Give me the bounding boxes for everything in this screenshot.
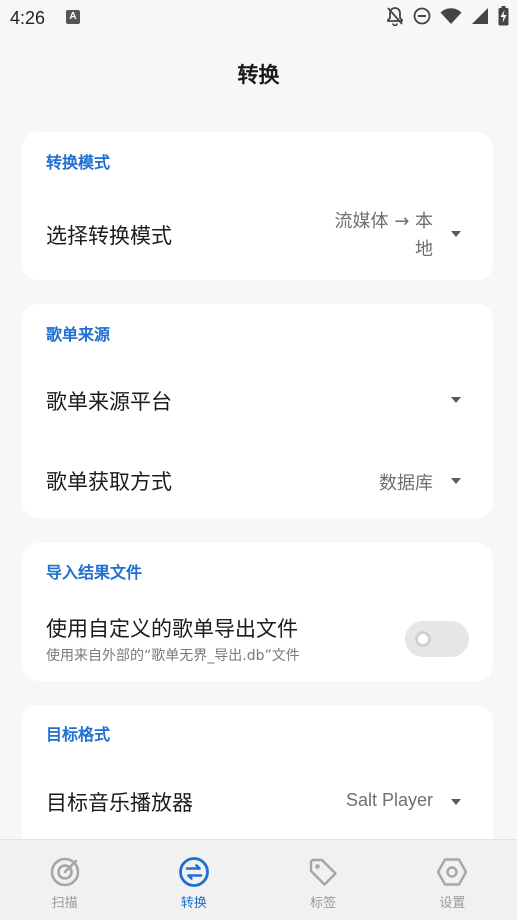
status-icons (386, 6, 509, 26)
target-music-player-row[interactable]: 目标音乐播放器 Salt Player (22, 761, 493, 839)
row-label: 歌单获取方式 (46, 470, 172, 494)
section-title: 歌单来源 (46, 325, 111, 344)
tag-icon (309, 858, 337, 886)
toggle-knob (415, 631, 431, 647)
row-label: 选择转换模式 (46, 224, 172, 248)
settings-icon (437, 858, 468, 886)
status-time: 4:26 (10, 8, 46, 28)
page-title: 转换 (237, 63, 280, 87)
bottom-navigation: 扫描 转换 标签 设置 (0, 839, 517, 920)
wifi-icon (440, 8, 462, 24)
dropdown-arrow-icon (451, 799, 461, 805)
section-title: 导入结果文件 (46, 563, 143, 582)
nav-label: 设置 (439, 896, 466, 911)
value-line-1: 流媒体 → 本 (334, 211, 433, 232)
custom-export-file-row[interactable]: 使用自定义的歌单导出文件 使用来自外部的“歌单无界_导出.db”文件 (22, 599, 493, 675)
dropdown-arrow-icon (451, 478, 461, 484)
target-player-value: Salt Player (345, 790, 433, 810)
import-result-file-card: 导入结果文件 使用自定义的歌单导出文件 使用来自外部的“歌单无界_导出.db”文… (22, 543, 493, 681)
nav-label: 扫描 (51, 896, 78, 911)
nav-label: 转换 (180, 896, 207, 911)
conversion-mode-value: 流媒体 → 本 地 (334, 208, 433, 264)
nav-label: 标签 (310, 896, 337, 911)
nav-item-convert[interactable]: 转换 (129, 840, 258, 920)
row-subtitle: 使用来自外部的“歌单无界_导出.db”文件 (46, 648, 300, 664)
dropdown-arrow-icon (451, 397, 461, 403)
custom-export-file-toggle[interactable] (405, 621, 469, 657)
value-line-2: 地 (415, 239, 433, 260)
conversion-mode-card: 转换模式 选择转换模式 流媒体 → 本 地 (22, 132, 493, 280)
section-title: 转换模式 (46, 153, 111, 172)
do-not-disturb-icon (413, 7, 431, 25)
notification-a-icon: A (66, 10, 80, 24)
status-bar: 4:26 A (0, 0, 517, 36)
select-conversion-mode-row[interactable]: 选择转换模式 流媒体 → 本 地 (22, 194, 493, 272)
row-label: 歌单来源平台 (46, 390, 172, 414)
row-label: 目标音乐播放器 (46, 791, 193, 815)
cellular-signal-icon (472, 8, 488, 24)
fetch-method-value: 数据库 (379, 473, 433, 494)
notifications-off-icon (387, 7, 403, 26)
section-title: 目标格式 (46, 725, 111, 744)
dropdown-arrow-icon (451, 231, 461, 237)
playlist-fetch-method-row[interactable]: 歌单获取方式 数据库 (22, 440, 493, 518)
nav-item-tags[interactable]: 标签 (259, 840, 388, 920)
scan-icon (50, 857, 79, 887)
convert-icon (178, 857, 209, 887)
playlist-source-card: 歌单来源 歌单来源平台 歌单获取方式 数据库 (22, 304, 493, 518)
battery-charging-icon (498, 6, 509, 26)
playlist-source-platform-row[interactable]: 歌单来源平台 (22, 360, 493, 438)
nav-item-settings[interactable]: 设置 (388, 840, 517, 920)
nav-item-scan[interactable]: 扫描 (0, 840, 129, 920)
row-label: 使用自定义的歌单导出文件 (46, 617, 298, 641)
